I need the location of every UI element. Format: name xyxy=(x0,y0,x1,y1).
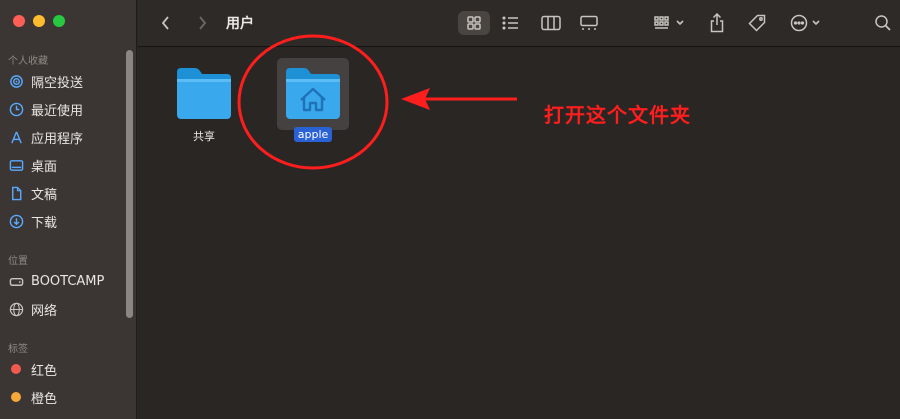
sidebar-item-desktop[interactable]: 桌面 xyxy=(8,154,57,176)
tags-button[interactable] xyxy=(745,11,769,35)
sidebar-item-tag-orange[interactable]: 橙色 xyxy=(8,386,57,408)
list-view-button[interactable] xyxy=(496,11,526,35)
folder-item[interactable]: 共享 xyxy=(165,64,243,145)
folder-label: apple xyxy=(293,127,333,142)
clock-icon xyxy=(8,102,24,117)
sidebar-scrollbar[interactable] xyxy=(126,50,133,318)
sidebar-item-label: 红色 xyxy=(31,363,58,379)
ellipsis-circle-icon xyxy=(790,14,820,32)
sidebar-section-favorites: 个人收藏 xyxy=(8,56,48,67)
window-controls xyxy=(13,15,65,27)
sidebar-item-label: 隔空投送 xyxy=(31,75,84,91)
share-button[interactable] xyxy=(706,11,728,35)
list-icon xyxy=(502,16,518,30)
gallery-icon xyxy=(580,15,598,30)
close-button[interactable] xyxy=(13,15,25,27)
grid-icon xyxy=(467,16,481,30)
sidebar-item-label: 橙色 xyxy=(31,391,58,407)
tag-dot-icon xyxy=(8,364,24,374)
drive-icon xyxy=(8,274,24,289)
more-actions-button[interactable] xyxy=(788,11,826,35)
back-button[interactable] xyxy=(156,11,176,35)
sidebar-item-label: 文稿 xyxy=(31,187,58,203)
share-icon xyxy=(710,13,724,33)
window-title: 用户 xyxy=(226,16,254,32)
folder-icon xyxy=(177,68,231,119)
columns-icon xyxy=(541,15,561,31)
tag-dot-icon xyxy=(8,392,24,402)
sidebar-item-label: 网络 xyxy=(31,303,58,319)
group-button[interactable] xyxy=(650,11,690,35)
column-view-button[interactable] xyxy=(536,11,566,35)
airdrop-icon xyxy=(8,74,24,89)
annotation-text: 打开这个文件夹 xyxy=(544,103,691,127)
search-button[interactable] xyxy=(872,11,894,35)
sidebar-item-bootcamp[interactable]: BOOTCAMP xyxy=(8,270,104,292)
sidebar-section-locations: 位置 xyxy=(8,256,28,267)
sidebar-item-network[interactable]: 网络 xyxy=(8,298,57,320)
sidebar-item-recents[interactable]: 最近使用 xyxy=(8,98,83,120)
network-icon xyxy=(8,302,24,317)
document-icon xyxy=(8,186,24,201)
sidebar-item-tag-red[interactable]: 红色 xyxy=(8,358,57,380)
sidebar: 个人收藏 隔空投送 最近使用 应用程序 桌面 文稿 下载 位置 BOOTCAMP… xyxy=(0,0,137,419)
icon-view-button[interactable] xyxy=(458,11,490,35)
group-grid-icon xyxy=(654,16,684,29)
forward-button[interactable] xyxy=(192,11,212,35)
search-icon xyxy=(875,15,891,31)
sidebar-item-label: 应用程序 xyxy=(31,131,84,147)
toolbar: 用户 xyxy=(138,0,900,47)
desktop-icon xyxy=(8,158,24,173)
tag-icon xyxy=(748,14,766,32)
sidebar-item-applications[interactable]: 应用程序 xyxy=(8,126,83,148)
chevron-left-icon xyxy=(161,16,169,30)
applications-icon xyxy=(8,130,24,145)
sidebar-item-label: BOOTCAMP xyxy=(31,273,105,289)
zoom-button[interactable] xyxy=(53,15,65,27)
minimize-button[interactable] xyxy=(33,15,45,27)
sidebar-item-label: 桌面 xyxy=(31,159,58,175)
chevron-right-icon xyxy=(199,16,207,30)
home-folder-icon xyxy=(286,68,340,119)
sidebar-item-downloads[interactable]: 下载 xyxy=(8,210,57,232)
gallery-view-button[interactable] xyxy=(574,11,604,35)
sidebar-item-label: 最近使用 xyxy=(31,103,84,119)
sidebar-item-documents[interactable]: 文稿 xyxy=(8,182,57,204)
folder-label: 共享 xyxy=(193,130,215,143)
download-icon xyxy=(8,214,24,229)
file-browser-content: 共享 apple xyxy=(138,48,900,419)
folder-item-selected[interactable]: apple xyxy=(274,64,352,142)
sidebar-item-airdrop[interactable]: 隔空投送 xyxy=(8,70,83,92)
sidebar-item-label: 下载 xyxy=(31,215,58,231)
sidebar-section-tags: 标签 xyxy=(8,344,28,355)
